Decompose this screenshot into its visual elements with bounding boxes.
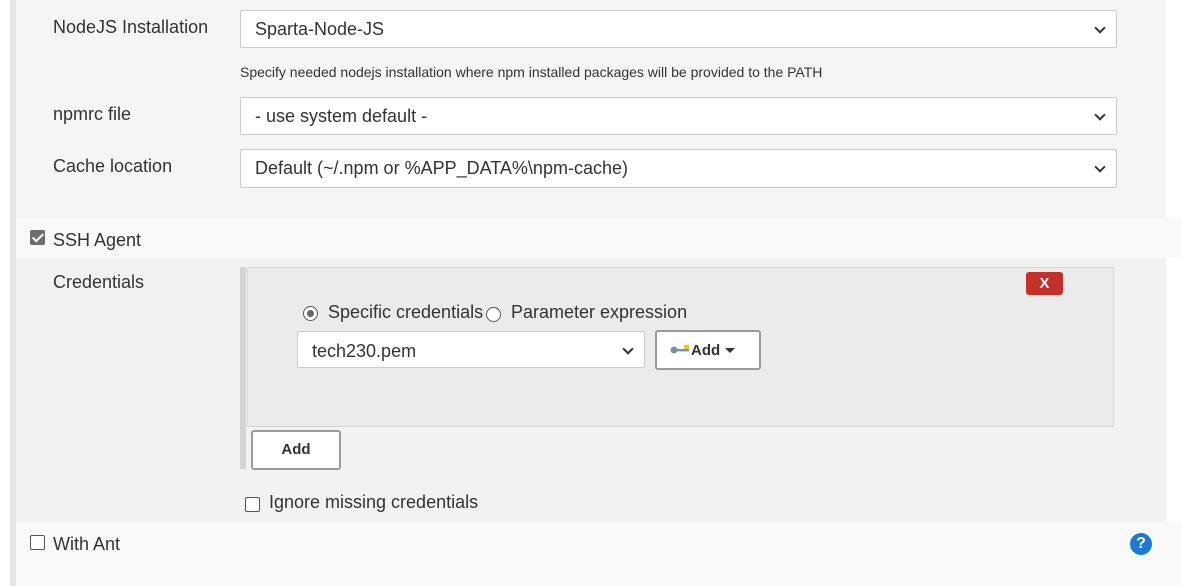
cache-location-value: Default (~/.npm or %APP_DATA%\npm-cache) — [255, 158, 628, 178]
credentials-select[interactable]: tech230.pem — [297, 331, 645, 368]
credentials-group-stripe — [240, 267, 246, 469]
add-credential-dropdown-button[interactable]: Add — [655, 330, 761, 370]
add-dropdown-label: Add — [691, 342, 721, 359]
credentials-value: tech230.pem — [312, 341, 417, 361]
help-icon[interactable]: ? — [1130, 533, 1152, 555]
specific-credentials-label: Specific credentials — [328, 302, 484, 322]
nodejs-installation-label: NodeJS Installation — [53, 17, 209, 37]
nodejs-installation-value: Sparta-Node-JS — [255, 19, 385, 39]
with-ant-checkbox[interactable] — [30, 535, 45, 550]
ssh-agent-label: SSH Agent — [53, 230, 142, 250]
delete-credential-button[interactable]: X — [1026, 272, 1063, 295]
add-credentials-button[interactable]: Add — [251, 430, 341, 470]
npmrc-file-select[interactable]: - use system default - — [240, 97, 1117, 135]
chevron-down-icon — [1094, 161, 1106, 173]
with-ant-row — [16, 522, 1181, 586]
cache-location-label: Cache location — [53, 156, 173, 176]
ssh-agent-checkbox[interactable] — [30, 230, 45, 245]
npmrc-file-label: npmrc file — [53, 104, 132, 124]
parameter-expression-radio[interactable] — [486, 307, 501, 322]
caret-down-icon — [725, 348, 735, 353]
chevron-down-icon — [1094, 22, 1106, 34]
ignore-missing-credentials-label: Ignore missing credentials — [269, 492, 479, 512]
parameter-expression-label: Parameter expression — [511, 302, 688, 322]
nodejs-installation-select[interactable]: Sparta-Node-JS — [240, 10, 1117, 48]
key-icon — [670, 345, 689, 354]
npmrc-file-value: - use system default - — [255, 106, 428, 126]
with-ant-label: With Ant — [53, 534, 121, 554]
specific-credentials-radio[interactable] — [303, 306, 318, 321]
ignore-missing-credentials-checkbox[interactable] — [245, 497, 260, 512]
nodejs-help-text: Specify needed nodejs installation where… — [240, 64, 823, 80]
chevron-down-icon — [622, 343, 634, 355]
chevron-down-icon — [1094, 109, 1106, 121]
ssh-agent-row — [16, 218, 1181, 258]
cache-location-select[interactable]: Default (~/.npm or %APP_DATA%\npm-cache) — [240, 149, 1117, 188]
credentials-label: Credentials — [53, 272, 145, 292]
